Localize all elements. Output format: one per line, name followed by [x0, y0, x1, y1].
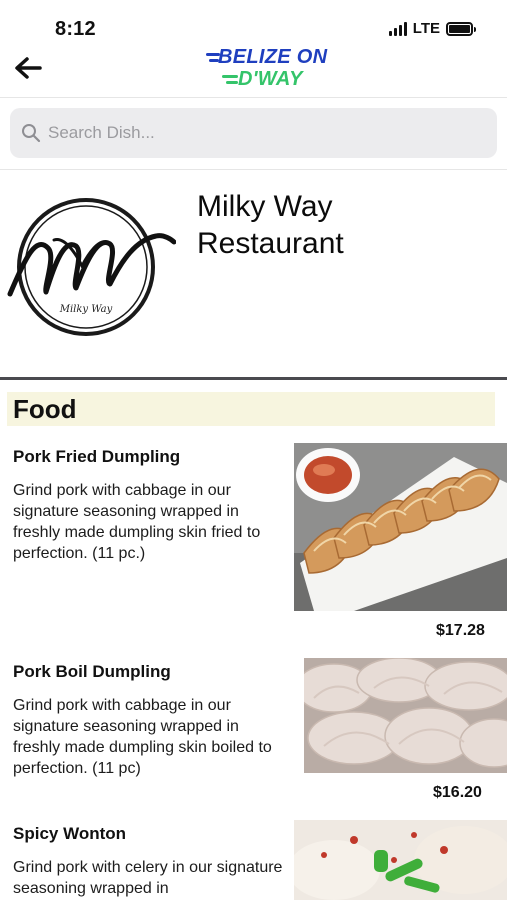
- status-time: 8:12: [55, 18, 96, 40]
- section-title: Food: [13, 394, 77, 424]
- restaurant-logo-text: Milky Way: [59, 304, 113, 315]
- brand-logo: BELIZE ON D'WAY: [206, 46, 338, 94]
- dish-image: [294, 443, 507, 611]
- menu-section-header: Food: [7, 392, 495, 426]
- dish-image: [294, 820, 507, 900]
- restaurant-name: Milky Way Restaurant: [197, 190, 344, 260]
- brand-line1: BELIZE ON: [218, 46, 328, 68]
- back-button[interactable]: [10, 50, 46, 86]
- signal-icon: [388, 21, 407, 36]
- restaurant-header: Milky Way Milky Way Restaurant: [0, 170, 507, 380]
- search-input[interactable]: [48, 123, 468, 143]
- network-label: LTE: [412, 20, 440, 37]
- dish-price: $17.28: [436, 622, 485, 639]
- dish-price: $16.20: [433, 784, 482, 801]
- status-indicators: LTE: [388, 20, 476, 37]
- restaurant-logo: Milky Way: [7, 198, 176, 336]
- brand-line2: D'WAY: [238, 68, 303, 90]
- dish-image: [304, 658, 507, 773]
- search-bar[interactable]: [10, 108, 497, 158]
- dish-name: Pork Fried Dumpling: [13, 447, 181, 466]
- arrow-left-icon: [15, 57, 42, 79]
- search-section: [0, 98, 507, 170]
- dish-description: Grind pork with cabbage in our signature…: [13, 697, 272, 777]
- dish-name: Pork Boil Dumpling: [13, 662, 171, 681]
- search-icon: [22, 124, 41, 143]
- dish-description: Grind pork with cabbage in our signature…: [13, 482, 261, 562]
- dish-name: Spicy Wonton: [13, 824, 127, 843]
- battery-icon: [446, 21, 476, 36]
- top-nav-bar: BELIZE ON D'WAY: [0, 42, 507, 98]
- dish-description: Grind pork with celery in our signature …: [13, 859, 283, 897]
